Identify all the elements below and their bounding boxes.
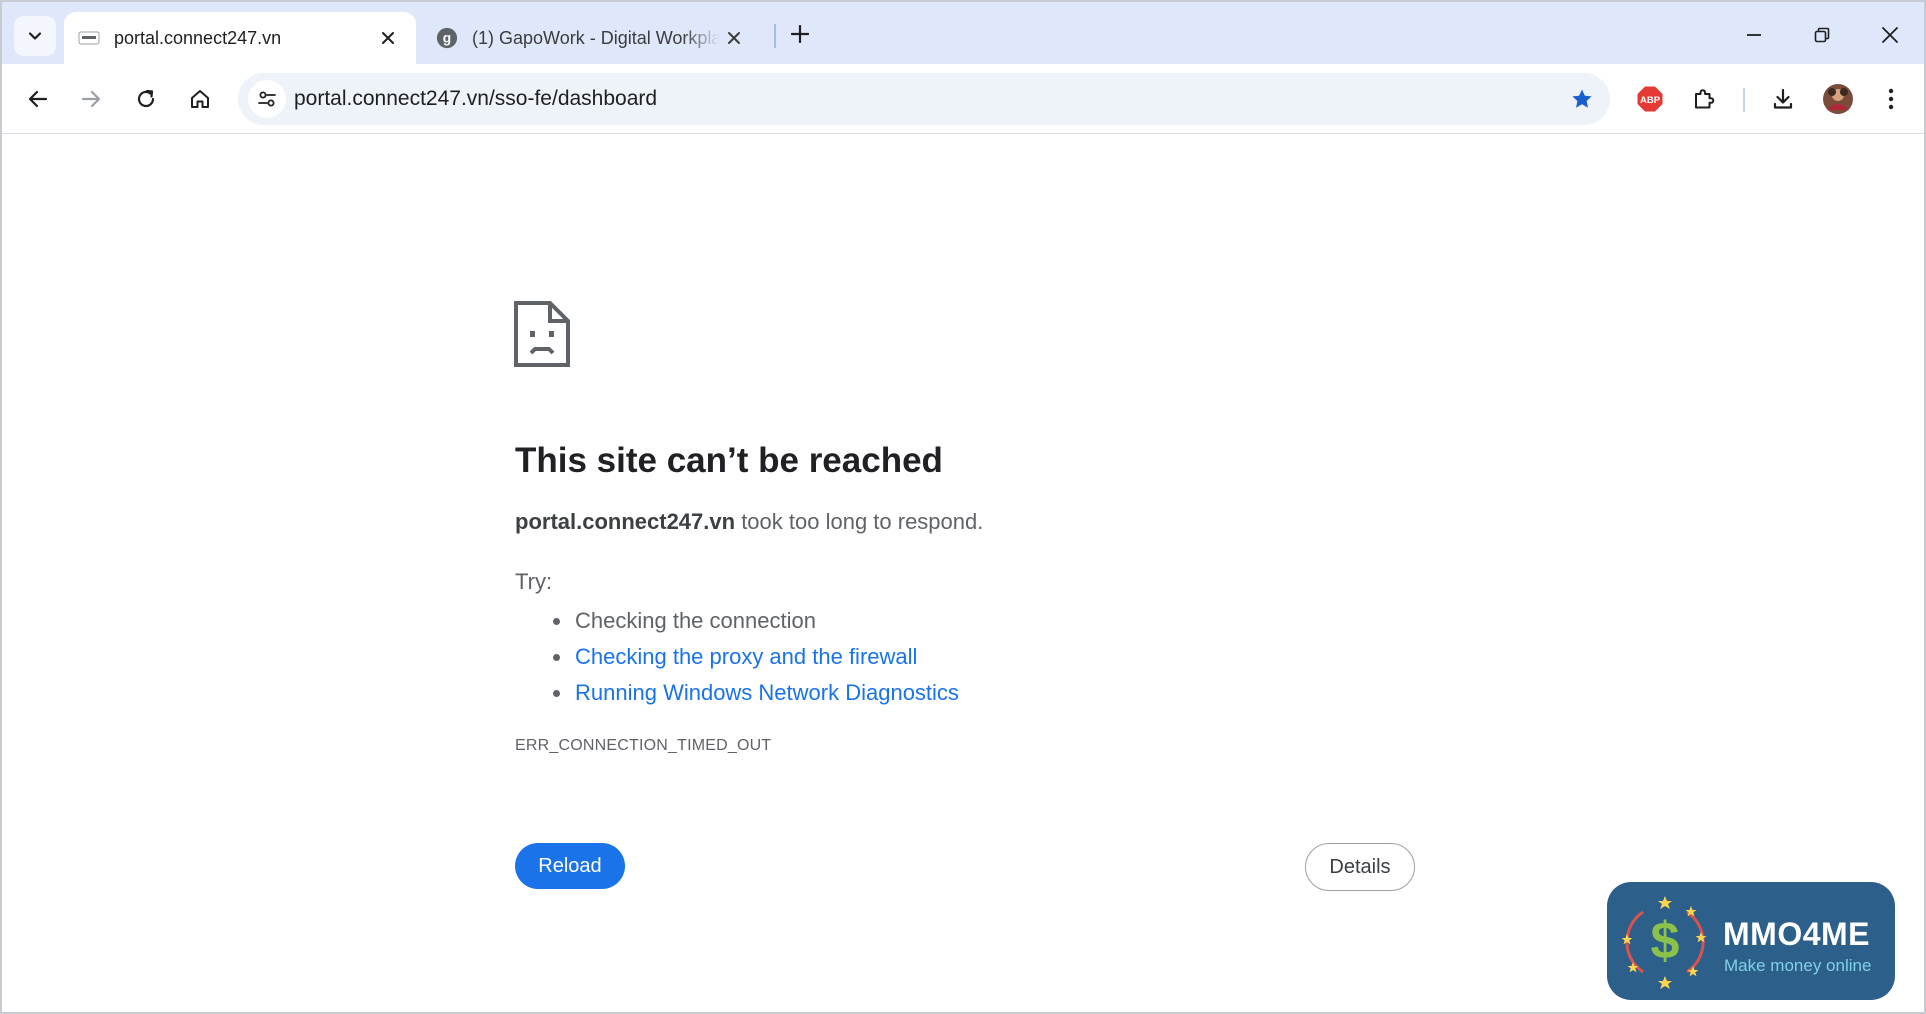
close-window-button[interactable] [1869,14,1911,56]
suggestions-list: Checking the connection Checking the pro… [547,603,959,711]
tune-icon [258,91,276,107]
bookmark-star-button[interactable] [1568,85,1596,113]
svg-text:$: $ [1651,912,1680,970]
watermark-tagline: Make money online [1724,956,1872,975]
star-icon [1572,89,1592,108]
tab-active[interactable]: portal.connect247.vn [64,12,416,64]
site-favicon [78,27,100,49]
new-tab-button[interactable] [784,18,816,50]
watermark-name: MMO4ME [1723,916,1870,952]
tab-title: (1) GapoWork - Digital Workplace [472,27,720,48]
details-button[interactable]: Details [1305,843,1415,891]
suggestion-proxy-firewall-link[interactable]: Checking the proxy and the firewall [547,639,959,675]
home-icon [191,90,209,108]
refresh-icon [137,89,155,108]
restore-button[interactable] [1801,14,1843,56]
back-button[interactable] [18,79,58,119]
reload-toolbar-button[interactable] [126,79,166,119]
dollar-logo-icon: $ [1621,896,1707,989]
gapowork-icon: g [436,27,458,49]
error-message: took too long to respond. [735,509,984,534]
watermark-badge: $ MMO4ME Make money online [1607,882,1895,1000]
forward-button[interactable] [71,79,111,119]
adblock-icon: ABP [1637,86,1663,112]
home-button[interactable] [180,79,220,119]
adblock-extension-button[interactable]: ABP [1630,79,1670,119]
toolbar-separator [1743,88,1745,112]
menu-button[interactable] [1871,79,1911,119]
reload-button[interactable]: Reload [515,843,625,889]
downloads-button[interactable] [1763,79,1803,119]
browser-toolbar: portal.connect247.vn/sso-fe/dashboard AB… [2,64,1924,134]
chevron-down-icon [28,32,42,40]
error-code: ERR_CONNECTION_TIMED_OUT [515,737,772,754]
suggestion-check-connection: Checking the connection [547,603,959,639]
minimize-icon [1747,34,1761,36]
arrow-left-icon [28,90,48,108]
error-description: portal.connect247.vn took too long to re… [515,509,983,535]
tab-title: portal.connect247.vn [114,27,282,48]
address-bar[interactable]: portal.connect247.vn/sso-fe/dashboard [238,73,1610,125]
svg-text:g: g [443,31,451,46]
download-icon [1773,88,1793,109]
tab-separator [774,24,776,48]
profile-avatar[interactable] [1818,79,1858,119]
close-tab-icon[interactable] [374,24,402,52]
site-info-button[interactable] [248,80,286,118]
puzzle-icon [1695,89,1715,109]
tab-strip: portal.connect247.vn g (1) GapoWork - Di… [2,2,1924,64]
url-text[interactable]: portal.connect247.vn/sso-fe/dashboard [294,87,657,111]
avatar-icon [1823,84,1853,114]
close-tab-icon[interactable] [720,24,748,52]
close-icon [1882,27,1898,43]
arrow-right-icon [81,90,101,108]
browser-window: portal.connect247.vn g (1) GapoWork - Di… [0,0,1926,1014]
kebab-menu-icon [1888,88,1894,110]
plus-icon [791,25,809,43]
minimize-button[interactable] [1733,14,1775,56]
extensions-button[interactable] [1684,79,1724,119]
error-title: This site can’t be reached [515,441,943,480]
tab-search-button[interactable] [14,16,56,56]
suggestion-network-diagnostics-link[interactable]: Running Windows Network Diagnostics [547,675,959,711]
error-host: portal.connect247.vn [515,509,736,534]
try-label: Try: [515,569,553,594]
adblock-label: ABP [1640,95,1661,106]
sad-document-icon [514,301,570,367]
restore-icon [1814,27,1830,43]
tab-gapowork[interactable]: g (1) GapoWork - Digital Workplace [422,12,762,64]
